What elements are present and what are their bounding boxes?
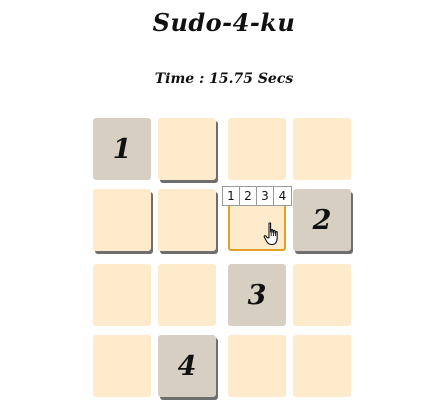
game-title: Sudo-4-ku	[152, 8, 296, 37]
cell-r1c4[interactable]	[293, 118, 351, 180]
cell-r1c3[interactable]	[228, 118, 286, 180]
cell-r3c4[interactable]	[293, 264, 351, 326]
pick-option-2[interactable]: 2	[240, 187, 257, 205]
cell-r3c2[interactable]	[158, 264, 216, 326]
cell-r4c4[interactable]	[293, 335, 351, 397]
pick-option-3[interactable]: 3	[257, 187, 274, 205]
cell-r1c1: 1	[93, 118, 151, 180]
cell-r2c1[interactable]	[93, 189, 151, 251]
cell-r4c2: 4	[158, 335, 216, 397]
sudoku-board: 1 2 3 4	[93, 118, 353, 400]
hand-pointer-icon	[263, 222, 278, 246]
pick-option-1[interactable]: 1	[223, 187, 240, 205]
cell-r2c2[interactable]	[158, 189, 216, 251]
cell-r3c3: 3	[228, 264, 286, 326]
cell-r2c4: 2	[293, 189, 351, 251]
pick-option-4[interactable]: 4	[274, 187, 291, 205]
number-picker: 1 2 3 4	[222, 186, 292, 206]
cell-r1c2[interactable]	[158, 118, 216, 180]
timer-display: Time : 15.75 Secs	[154, 71, 294, 87]
cell-r3c1[interactable]	[93, 264, 151, 326]
cell-r4c3[interactable]	[228, 335, 286, 397]
cell-r4c1[interactable]	[93, 335, 151, 397]
